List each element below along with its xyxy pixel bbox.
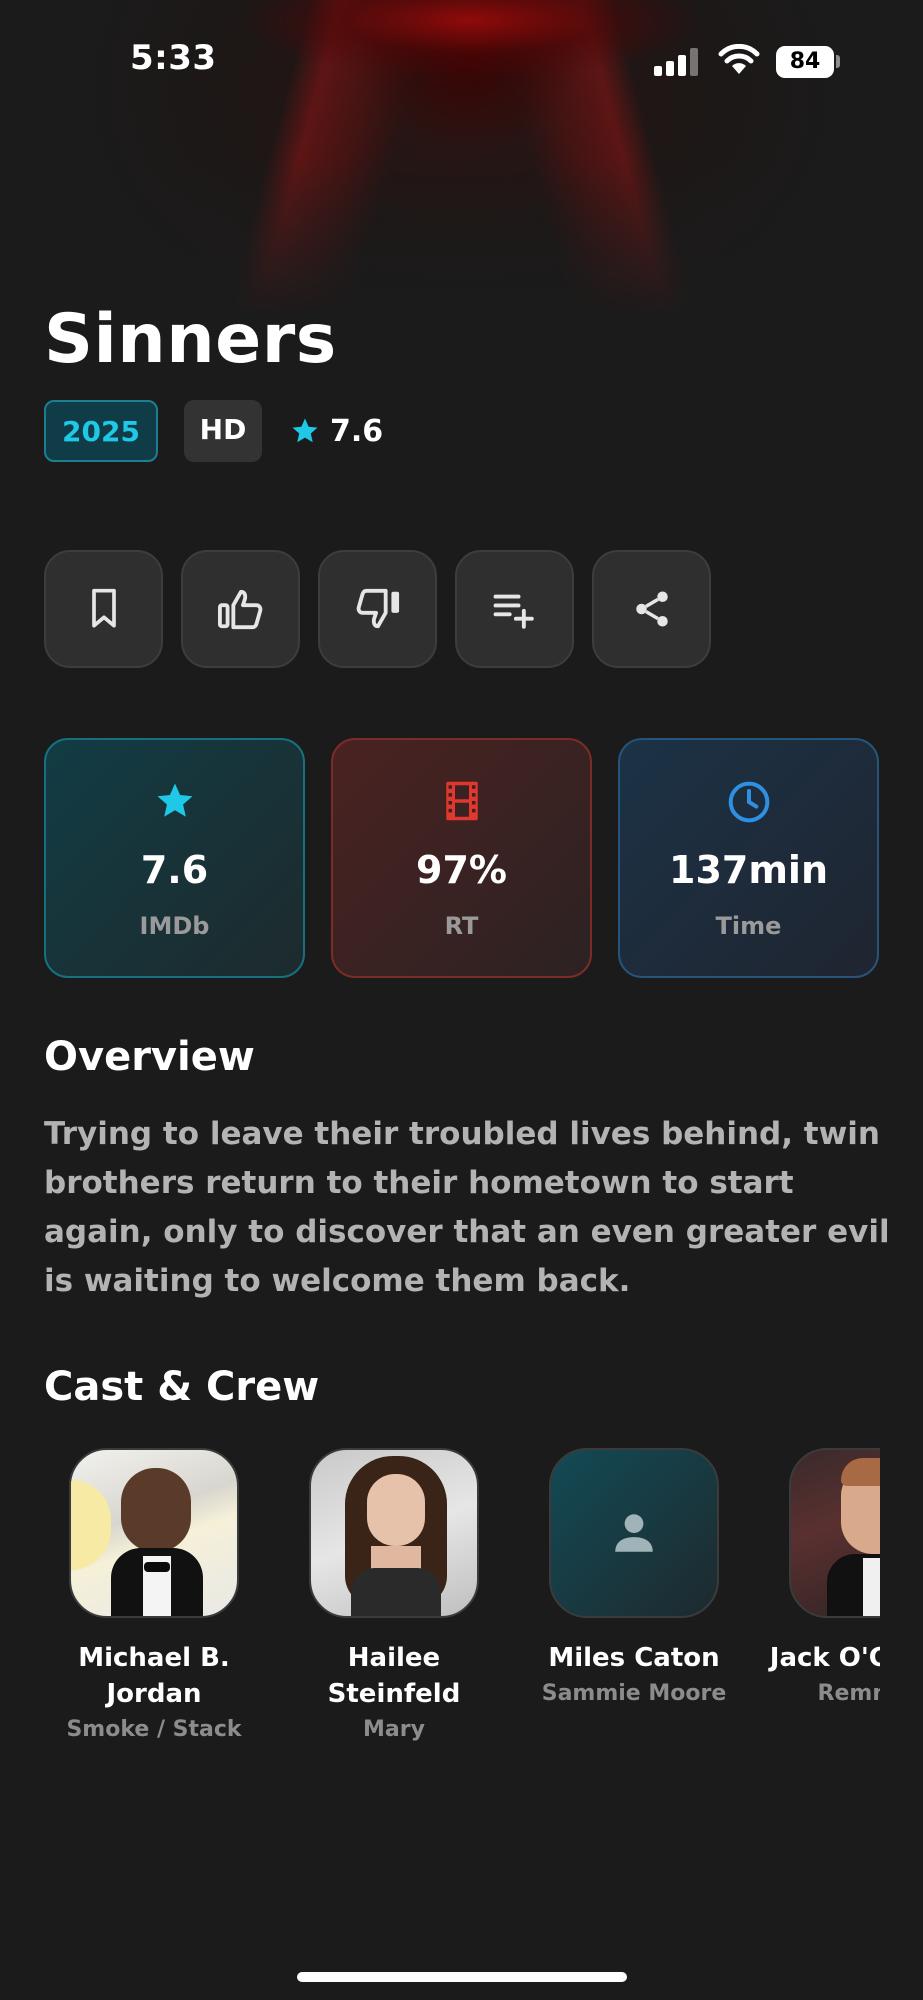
runtime-value: 137min <box>669 848 828 892</box>
cast-role: Remmick <box>817 1681 880 1706</box>
cast-photo <box>69 1448 239 1618</box>
backdrop-fade <box>0 160 923 320</box>
imdb-value: 7.6 <box>140 848 209 892</box>
thumbs-down-icon <box>356 588 399 629</box>
signal-icon <box>654 48 702 76</box>
battery-cap <box>836 55 840 68</box>
overview-text: Trying to leave their troubled lives beh… <box>44 1116 890 1299</box>
thumbs-up-icon <box>217 589 262 630</box>
runtime-label: Time <box>715 912 782 940</box>
playlist-add-icon <box>493 594 534 629</box>
cast-name: Michael B. Jordan <box>78 1643 230 1709</box>
status-bar: 5:33 84 <box>0 0 923 120</box>
share-button[interactable] <box>592 550 711 668</box>
action-bar <box>44 550 711 668</box>
overview-heading: Overview <box>44 1034 255 1080</box>
cast-photo <box>309 1448 479 1618</box>
quality-badge: HD <box>184 400 262 462</box>
clock-icon <box>728 781 769 823</box>
like-button[interactable] <box>181 550 300 668</box>
year-badge: 2025 <box>44 400 158 462</box>
wifi-icon <box>718 44 760 74</box>
cast-name: Miles Caton <box>548 1643 720 1673</box>
cast-role: Smoke / Stack <box>66 1717 242 1742</box>
star-icon <box>157 783 192 817</box>
share-icon <box>635 591 668 627</box>
cast-name: Hailee Steinfeld <box>327 1643 461 1709</box>
home-indicator[interactable] <box>297 1972 627 1982</box>
cast-carousel[interactable]: Michael B. Jordan Smoke / Stack Hailee S… <box>44 1448 880 1758</box>
status-time: 5:33 <box>130 38 217 78</box>
battery-icon: 84 <box>776 46 834 78</box>
star-icon <box>292 418 318 443</box>
cast-role: Sammie Moore <box>541 1681 727 1706</box>
cast-heading: Cast & Crew <box>44 1364 320 1410</box>
rt-label: RT <box>444 912 479 940</box>
movie-title: Sinners <box>44 300 337 379</box>
film-icon <box>445 781 478 821</box>
add-to-playlist-button[interactable] <box>455 550 574 668</box>
rating-inline: 7.6 <box>290 410 383 452</box>
bookmark-icon <box>91 588 116 628</box>
rt-value: 97% <box>416 848 507 892</box>
rt-stat-card: 97% RT <box>331 738 592 978</box>
runtime-stat-card: 137min Time <box>618 738 879 978</box>
cast-member[interactable]: Michael B. Jordan Smoke / Stack <box>44 1448 264 1748</box>
cast-member[interactable]: Miles Caton Sammie Moore <box>524 1448 744 1712</box>
dislike-button[interactable] <box>318 550 437 668</box>
cast-role: Mary <box>363 1717 425 1742</box>
rating-value: 7.6 <box>330 413 384 449</box>
cast-photo-placeholder <box>549 1448 719 1618</box>
cast-member[interactable]: Hailee Steinfeld Mary <box>284 1448 504 1748</box>
bookmark-button[interactable] <box>44 550 163 668</box>
imdb-stat-card: 7.6 IMDb <box>44 738 305 978</box>
person-icon <box>615 1514 653 1552</box>
cast-name: Jack O'Connell <box>769 1643 880 1673</box>
imdb-label: IMDb <box>139 912 210 940</box>
cast-member[interactable]: Jack O'Connell Remmick <box>764 1448 880 1712</box>
cast-photo <box>789 1448 880 1618</box>
